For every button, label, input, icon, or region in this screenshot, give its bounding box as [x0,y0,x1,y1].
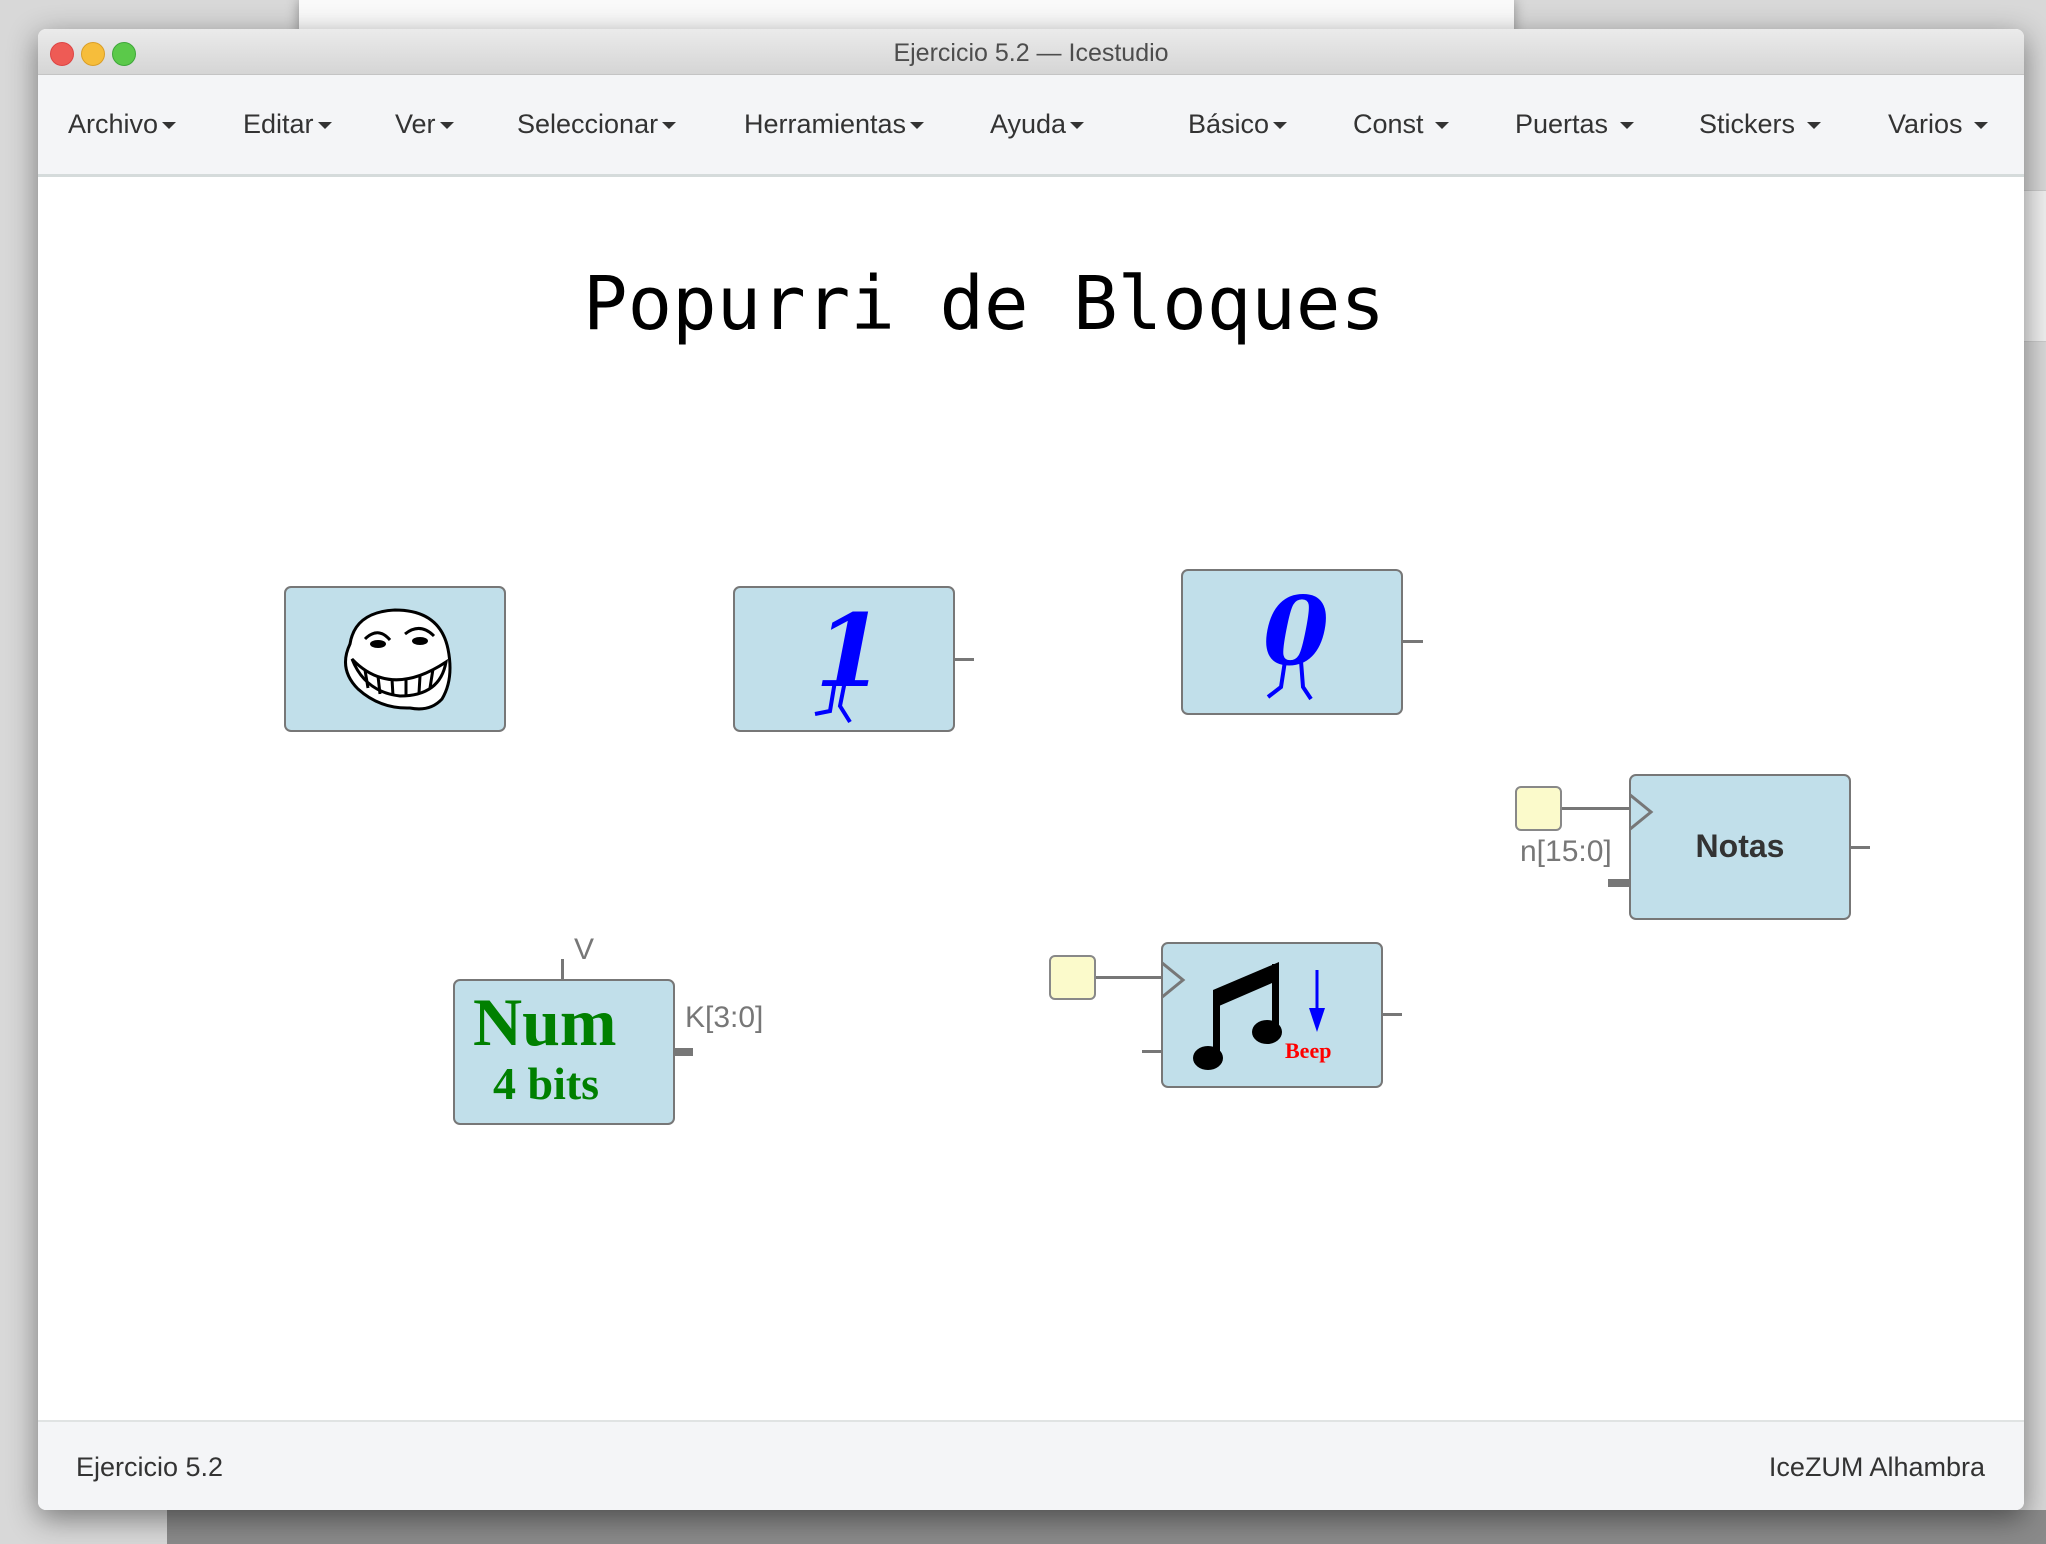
menu-ayuda[interactable]: Ayuda [990,109,1085,140]
output-port[interactable] [954,658,974,661]
desktop-background [167,1510,2046,1544]
music-note-icon [1193,962,1282,1070]
project-name: Ejercicio 5.2 [76,1452,224,1482]
board-name[interactable]: IceZUM Alhambra [1769,1452,1985,1483]
notas-label: Notas [1695,828,1785,864]
bits-label: 4 bits [493,1058,600,1109]
num-4bits-block[interactable]: Num 4 bits [453,979,675,1125]
troll-face-icon [344,608,452,711]
output-port[interactable] [1403,640,1423,643]
menu-ver[interactable]: Ver [395,109,454,140]
top-port[interactable] [561,959,564,979]
caret-down-icon [317,122,332,130]
menu-puertas[interactable]: Puertas [1515,109,1634,140]
digit-one-icon: 1 [814,596,885,724]
title-bar: Ejercicio 5.2 — Icestudio [38,29,2024,75]
menu-bar: Archivo Editar Ver Seleccionar Herramien… [38,75,2024,177]
output-port[interactable] [1382,1013,1402,1016]
window-title: Ejercicio 5.2 — Icestudio [893,39,1169,67]
output-label: K[3:0] [685,1001,764,1034]
status-bar: Ejercicio 5.2 IceZUM Alhambra [38,1420,2024,1510]
menu-label: Básico [1188,109,1270,139]
menu-label: Puertas [1515,109,1609,139]
menu-herramientas[interactable]: Herramientas [744,109,925,140]
caret-down-icon [662,122,677,130]
output-port[interactable] [1850,846,1870,849]
menu-label: Varios [1888,109,1963,139]
menu-label: Editar [243,109,314,139]
constant-zero-block[interactable]: 0 [1181,569,1403,715]
input-pin[interactable] [1049,955,1096,1000]
arrow-down-icon [1309,970,1325,1032]
caret-down-icon [1273,122,1288,130]
input-label: n[15:0] [1520,835,1612,868]
menu-stickers[interactable]: Stickers [1699,109,1821,140]
digit-zero-glyph: 0 [1263,579,1329,687]
menu-label: Const [1353,109,1424,139]
caret-down-icon [1974,122,1989,130]
num-label: Num [473,984,617,1060]
wire [1562,807,1629,810]
bus-output-port[interactable] [675,1048,693,1056]
menu-label: Ver [395,109,436,139]
menu-label: Stickers [1699,109,1796,139]
top-port-label: V [574,933,595,966]
menu-basico[interactable]: Básico [1188,109,1288,140]
digit-one-glyph: 1 [815,596,885,710]
menu-label: Ayuda [990,109,1067,139]
menu-label: Archivo [68,109,159,139]
menu-label: Herramientas [744,109,907,139]
menu-const[interactable]: Const [1353,109,1450,140]
canvas-heading-label: Popurri de Bloques [583,261,1385,347]
constant-one-block[interactable]: 1 [733,586,955,732]
clock-input-icon [1161,960,1186,1000]
caret-down-icon [1070,122,1085,130]
troll-block[interactable] [284,586,506,732]
menu-varios[interactable]: Varios [1888,109,1989,140]
caret-down-icon [1806,122,1821,130]
caret-down-icon [162,122,177,130]
menu-archivo[interactable]: Archivo [68,109,177,140]
input-port[interactable] [1142,1050,1162,1053]
background-window-edge [2024,190,2046,342]
notas-block[interactable]: Notas [1629,774,1851,920]
caret-down-icon [1435,122,1450,130]
beep-block[interactable]: Beep [1161,942,1383,1088]
wire [1096,976,1161,979]
input-pin[interactable] [1515,786,1562,831]
caret-down-icon [910,122,925,130]
beep-label: Beep [1285,1038,1332,1063]
caret-down-icon [439,122,454,130]
menu-label: Seleccionar [517,109,659,139]
app-window: Ejercicio 5.2 — Icestudio Archivo Editar… [38,29,2024,1510]
digit-zero-icon: 0 [1263,579,1329,701]
bus-port[interactable] [1608,879,1629,887]
clock-input-icon [1629,792,1654,832]
menu-editar[interactable]: Editar [243,109,332,140]
caret-down-icon [1619,122,1634,130]
menu-seleccionar[interactable]: Seleccionar [517,109,677,140]
